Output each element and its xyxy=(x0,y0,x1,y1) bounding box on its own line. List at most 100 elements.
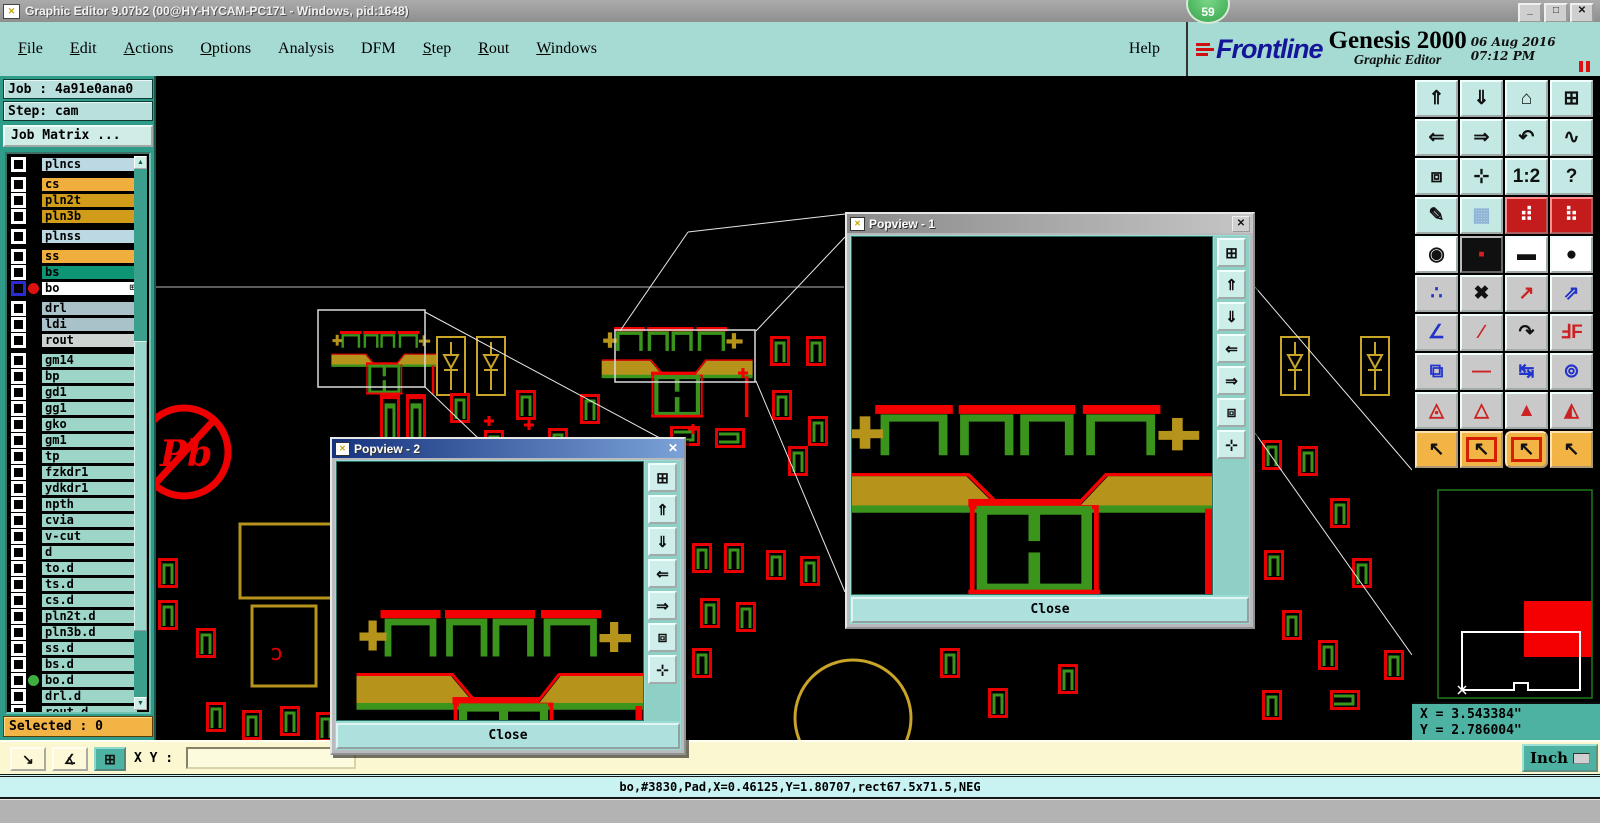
layer-row[interactable]: pln2t xyxy=(10,192,149,209)
units-button[interactable]: Inch xyxy=(1522,744,1598,772)
layer-row[interactable]: cvia xyxy=(10,512,149,529)
board-overview[interactable] xyxy=(1412,482,1600,702)
popview-1-window[interactable]: ✕ Popview - 1 ✕ ⊞ ⇑ ⇓ ⇐ ⇒ ⧈ ⊹ Close xyxy=(845,212,1255,629)
layer-row[interactable]: d xyxy=(10,544,149,561)
rotate[interactable]: ↷ xyxy=(1505,314,1548,351)
title-bar[interactable]: ✕ Graphic Editor 9.07b2 (00@HY-HYCAM-PC1… xyxy=(0,0,1600,23)
select-polygon[interactable]: ↖ xyxy=(1505,431,1548,468)
zoom-1-2[interactable]: 1:2 xyxy=(1505,158,1548,195)
layer-label[interactable]: to.d xyxy=(41,561,138,576)
layer-visibility-checkbox[interactable] xyxy=(10,704,27,712)
layer-row[interactable]: bs.d xyxy=(10,656,149,673)
layer-label[interactable]: gg1 xyxy=(41,401,138,416)
popview-pan[interactable]: ⊹ xyxy=(648,655,677,684)
layer-visibility-checkbox[interactable] xyxy=(10,228,27,245)
menu-item[interactable]: Step xyxy=(423,40,451,58)
layer-label[interactable]: bs xyxy=(41,265,138,280)
layer-label[interactable]: ydkdr1 xyxy=(41,481,138,496)
popview-scroll-left[interactable]: ⇐ xyxy=(1217,334,1246,363)
menu-item[interactable]: Actions xyxy=(124,40,174,58)
layer-visibility-checkbox[interactable] xyxy=(10,416,27,433)
layer-row[interactable]: ss xyxy=(10,248,149,265)
layer-label[interactable]: rout.d xyxy=(41,705,138,712)
layer-label[interactable]: bs.d xyxy=(41,657,138,672)
grid-tool-button[interactable]: ⊞ xyxy=(94,747,126,771)
job-matrix-button[interactable]: Job Matrix ... xyxy=(3,125,153,147)
layer-row[interactable]: ldi xyxy=(10,316,149,333)
layer-label[interactable]: bo ⊞ xyxy=(41,281,138,296)
pad-vector[interactable]: ◉ xyxy=(1415,236,1458,273)
layer-label[interactable]: pln3b xyxy=(41,209,138,224)
select-frame[interactable]: ↖ xyxy=(1460,431,1503,468)
layer-row[interactable]: ss.d xyxy=(10,640,149,657)
measure-angle[interactable]: ∠ xyxy=(1415,314,1458,351)
layer-visibility-checkbox[interactable] xyxy=(10,208,27,225)
copy-shapes[interactable]: ⧉ xyxy=(1415,353,1458,390)
layer-visibility-checkbox[interactable] xyxy=(10,480,27,497)
layer-label[interactable]: pln2t.d xyxy=(41,609,138,624)
view-release-down[interactable]: ⇓ xyxy=(1460,80,1503,117)
layer-visibility-checkbox[interactable] xyxy=(10,248,27,265)
layer-row[interactable]: drl xyxy=(10,300,149,317)
layer-row[interactable]: cs.d xyxy=(10,592,149,609)
zoom-fit[interactable]: ⧈ xyxy=(1415,158,1458,195)
layer-visibility-checkbox[interactable] xyxy=(10,608,27,625)
layer-visibility-checkbox[interactable] xyxy=(10,656,27,673)
align-width[interactable]: ↹ xyxy=(1505,353,1548,390)
layer-visibility-checkbox[interactable] xyxy=(10,352,27,369)
popview-scroll-up[interactable]: ⇑ xyxy=(1217,270,1246,299)
menu-item-help[interactable]: Help xyxy=(1129,40,1160,57)
menu-item[interactable]: File xyxy=(18,40,43,58)
popview-pan[interactable]: ⊹ xyxy=(1217,430,1246,459)
slope-arrow-open[interactable]: ◬ xyxy=(1415,392,1458,429)
layer-row[interactable]: plncs xyxy=(10,156,149,173)
menu-item[interactable]: Options xyxy=(200,40,251,58)
layer-row[interactable]: rout xyxy=(10,332,149,349)
close-button[interactable]: ✕ xyxy=(1570,3,1594,23)
layer-row[interactable]: fzkdr1 xyxy=(10,464,149,481)
pan-center[interactable]: ⊹ xyxy=(1460,158,1503,195)
layer-row[interactable]: gm14 xyxy=(10,352,149,369)
layer-label[interactable]: bo.d xyxy=(41,673,138,688)
popview-2-close-button[interactable]: Close xyxy=(336,723,680,749)
layer-row[interactable]: ydkdr1 xyxy=(10,480,149,497)
layer-visibility-checkbox[interactable] xyxy=(10,560,27,577)
layer-visibility-checkbox[interactable] xyxy=(10,688,27,705)
layer-row[interactable]: rout.d xyxy=(10,704,149,712)
popview-1-close-icon[interactable]: ✕ xyxy=(1232,215,1250,232)
popview-scroll-right[interactable]: ⇒ xyxy=(648,591,677,620)
layer-visibility-checkbox[interactable] xyxy=(10,332,27,349)
popview-1-close-button[interactable]: Close xyxy=(851,597,1249,623)
layer-label[interactable]: ss.d xyxy=(41,641,138,656)
layer-label[interactable]: pln3b.d xyxy=(41,625,138,640)
edit-tools[interactable]: ✎ xyxy=(1415,197,1458,234)
layer-row[interactable]: gg1 xyxy=(10,400,149,417)
draw-slope[interactable]: ∕ xyxy=(1460,314,1503,351)
layer-row[interactable]: npth xyxy=(10,496,149,513)
resize-tool-button[interactable]: ↘ xyxy=(10,747,46,771)
layer-visibility-checkbox[interactable] xyxy=(10,280,27,297)
layer-row[interactable]: pln3b xyxy=(10,208,149,225)
popview-2-canvas[interactable] xyxy=(336,461,644,721)
mirror-ff[interactable]: ℲF xyxy=(1550,314,1593,351)
layer-visibility-checkbox[interactable] xyxy=(10,464,27,481)
popview-scroll-down[interactable]: ⇓ xyxy=(648,527,677,556)
move-origin-large[interactable]: ⇗ xyxy=(1550,275,1593,312)
layer-row[interactable]: drl.d xyxy=(10,688,149,705)
move-origin-small[interactable]: ↗ xyxy=(1505,275,1548,312)
maximize-button[interactable]: □ xyxy=(1544,3,1568,23)
delete-object[interactable]: ✖ xyxy=(1460,275,1503,312)
layer-visibility-checkbox[interactable] xyxy=(10,640,27,657)
layer-row[interactable]: pln3b.d xyxy=(10,624,149,641)
layer-row[interactable]: cs xyxy=(10,176,149,193)
net-highlight-a[interactable]: ⠾ xyxy=(1505,197,1548,234)
angle-tool-button[interactable]: ∡ xyxy=(52,747,88,771)
layer-row[interactable]: bs xyxy=(10,264,149,281)
layer-visibility-checkbox[interactable] xyxy=(10,384,27,401)
home-view[interactable]: ⌂ xyxy=(1505,80,1548,117)
layer-visibility-checkbox[interactable] xyxy=(10,544,27,561)
redraw-serpentine[interactable]: ∿ xyxy=(1550,119,1593,156)
layer-label[interactable]: pln2t xyxy=(41,193,138,208)
grid-toggle[interactable]: ▦ xyxy=(1460,197,1503,234)
popview-zoom-fit[interactable]: ⧈ xyxy=(648,623,677,652)
